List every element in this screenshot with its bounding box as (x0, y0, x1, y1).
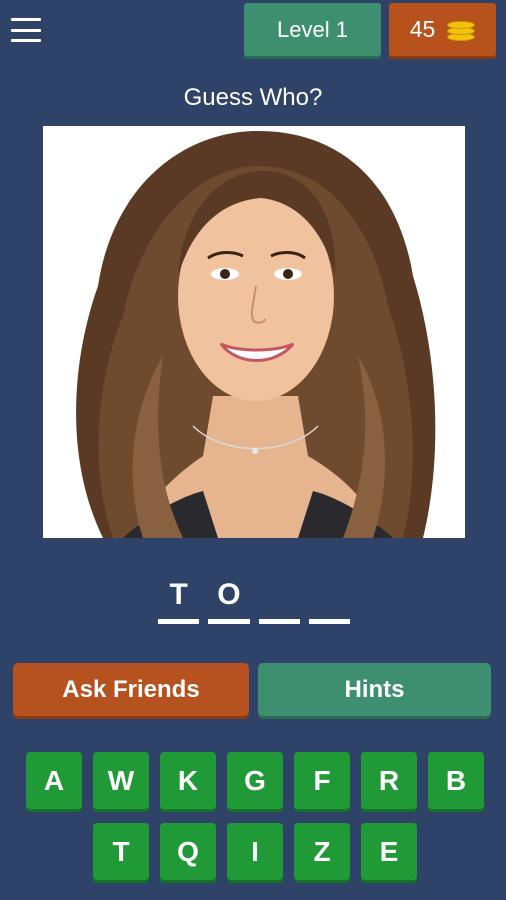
answer-slot[interactable] (258, 578, 301, 624)
letter-key[interactable]: I (227, 823, 283, 880)
answer-slot[interactable]: O (208, 578, 250, 624)
game-screen: Level 1 45 Guess Who? T O Ask Friends Hi… (0, 0, 506, 900)
level-label: Level 1 (277, 16, 348, 42)
page-title: Guess Who? (183, 84, 323, 111)
answer-slot[interactable]: T (158, 578, 200, 624)
letter-key[interactable]: B (428, 752, 484, 809)
letter-key[interactable]: W (93, 752, 149, 809)
answer-slots: T O (158, 578, 351, 624)
hints-button[interactable]: Hints (258, 663, 491, 716)
coin-count: 45 (409, 16, 436, 42)
letter-key[interactable]: Z (294, 823, 350, 880)
coin-counter[interactable]: 45 (389, 3, 496, 56)
letter-key[interactable]: G (227, 752, 283, 809)
keyboard-row-2: T Q I Z E (93, 823, 417, 880)
answer-slot[interactable] (308, 578, 351, 624)
letter-key[interactable]: A (26, 752, 82, 809)
coin-stack-icon (447, 19, 476, 41)
hamburger-menu-icon[interactable] (10, 16, 42, 44)
letter-key[interactable]: R (361, 752, 417, 809)
letter-key[interactable]: K (160, 752, 216, 809)
celebrity-photo (43, 126, 465, 538)
letter-key[interactable]: T (93, 823, 149, 880)
letter-key[interactable]: E (361, 823, 417, 880)
portrait-image (43, 126, 465, 538)
keyboard-row-1: A W K G F R B (26, 752, 484, 809)
ask-friends-button[interactable]: Ask Friends (13, 663, 249, 716)
level-badge[interactable]: Level 1 (244, 3, 381, 56)
letter-key[interactable]: F (294, 752, 350, 809)
letter-key[interactable]: Q (160, 823, 216, 880)
